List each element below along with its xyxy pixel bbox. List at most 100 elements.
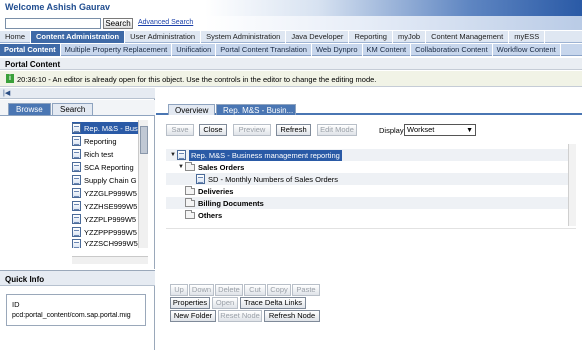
editor-vertical-scrollbar[interactable] (568, 144, 576, 226)
sub-nav-workflow-content[interactable]: Workflow Content (493, 44, 561, 56)
paste-button[interactable]: Paste (292, 284, 320, 296)
tree-item-label: SCA Reporting (84, 162, 134, 172)
display-select[interactable]: Workset ▼ (404, 124, 476, 136)
quick-info-header: Quick Info (0, 270, 155, 286)
tree-item[interactable]: SCA Reporting (72, 161, 138, 173)
sub-nav-portal-content[interactable]: Portal Content (0, 44, 61, 56)
display-select-value: Workset (407, 125, 435, 134)
tree-item-label: Rich test (84, 149, 114, 159)
tree-item[interactable]: Rep. M&S - Busi (72, 122, 138, 134)
id-value: pcd:portal_content/com.sap.portal.mig (12, 312, 131, 319)
expand-arrow-icon[interactable]: ▼ (170, 152, 177, 158)
folder-sales-orders[interactable]: ▼ Sales Orders (178, 161, 244, 173)
tree-item[interactable]: YZZHSE999W5 (72, 200, 138, 212)
top-nav-reporting[interactable]: Reporting (349, 31, 393, 43)
tree-item-label: YZZGLP999W5 (84, 188, 137, 198)
catalog-tabs: Browse Search (0, 100, 155, 115)
close-button[interactable]: Close (199, 124, 227, 136)
sub-nav-unification[interactable]: Unification (172, 44, 217, 56)
message-text: 20:36:10 - An editor is already open for… (17, 75, 377, 84)
properties-button[interactable]: Properties (170, 297, 210, 309)
tree-item[interactable]: Rich test (72, 148, 138, 160)
quick-info-panel: Quick Info ID pcd:portal_content/com.sap… (0, 270, 155, 350)
top-nav-java-developer[interactable]: Java Developer (286, 31, 350, 43)
folder-billing-documents[interactable]: Billing Documents (185, 197, 264, 209)
workset-icon (177, 150, 186, 160)
search-button[interactable]: Search (103, 18, 133, 29)
catalog-vertical-scrollbar[interactable] (138, 120, 148, 248)
iview-icon (196, 174, 205, 184)
tab-rep-ms-business[interactable]: Rep. M&S - Busin... (216, 104, 296, 115)
portal-catalog-panel: |◀ Browse Search Rep. M&S - Busi Reporti… (0, 88, 155, 269)
tree-root-node[interactable]: ▼ Rep. M&S - Business management reporti… (170, 149, 342, 161)
sub-nav-collaboration-content[interactable]: Collaboration Content (411, 44, 493, 56)
tree-item[interactable]: Reporting (72, 135, 138, 147)
tab-browse[interactable]: Browse (8, 103, 51, 115)
top-nav-user-administration[interactable]: User Administration (125, 31, 202, 43)
refresh-node-button[interactable]: Refresh Node (264, 310, 320, 322)
tree-item[interactable]: YZZPPP999W5 (72, 226, 138, 238)
tree-item[interactable]: YZZSCH999W5 (72, 239, 138, 248)
scrollbar-thumb[interactable] (140, 126, 148, 154)
workset-editor: Overview Rep. M&S - Busin... Save Close … (156, 88, 582, 350)
folder-icon (185, 161, 195, 171)
tree-action-buttons: Up Down Delete Cut Copy Paste Properties… (170, 284, 370, 334)
tab-overview[interactable]: Overview (168, 104, 216, 115)
tree-item-label: YZZHSE999W5 (84, 201, 138, 211)
tree-row-band (166, 209, 576, 221)
save-button[interactable]: Save (166, 124, 194, 136)
sub-nav-web-dynpro[interactable]: Web Dynpro (312, 44, 363, 56)
trace-delta-links-button[interactable]: Trace Delta Links (240, 297, 306, 309)
folder-deliveries[interactable]: Deliveries (185, 185, 233, 197)
top-nav-myjob[interactable]: myJob (393, 31, 427, 43)
collapse-panel-icon[interactable]: |◀ (3, 89, 10, 97)
refresh-button[interactable]: Refresh (276, 124, 311, 136)
iview-sd-monthly[interactable]: SD - Monthly Numbers of Sales Orders (196, 173, 338, 185)
tree-item[interactable]: YZZPLP999W5 (72, 213, 138, 225)
dropdown-arrow-icon: ▼ (466, 127, 473, 134)
up-button[interactable]: Up (170, 284, 188, 296)
open-button[interactable]: Open (212, 297, 238, 309)
top-nav-content-management[interactable]: Content Management (426, 31, 510, 43)
display-label: Display (379, 126, 404, 135)
tree-item-label: Supply Chain G (84, 175, 137, 185)
cut-button[interactable]: Cut (244, 284, 266, 296)
search-input[interactable] (5, 18, 101, 29)
down-button[interactable]: Down (189, 284, 214, 296)
top-nav-system-administration[interactable]: System Administration (201, 31, 287, 43)
top-nav-home[interactable]: Home (0, 31, 32, 43)
folder-others[interactable]: Others (185, 209, 222, 221)
tree-item-label: YZZPLP999W5 (84, 214, 137, 224)
folder-label: Billing Documents (198, 198, 264, 208)
tree-item[interactable]: Supply Chain G (72, 174, 138, 186)
new-folder-button[interactable]: New Folder (170, 310, 216, 322)
page-title-bar: Portal Content (0, 58, 582, 70)
delete-button[interactable]: Delete (215, 284, 243, 296)
sub-nav-km-content[interactable]: KM Content (363, 44, 412, 56)
expand-arrow-icon[interactable]: ▼ (178, 164, 185, 170)
workset-icon (72, 227, 81, 237)
second-level-navigation: Portal Content Multiple Property Replace… (0, 44, 582, 56)
tab-search[interactable]: Search (52, 103, 94, 115)
editor-toolbar: Save Close Preview Refresh Edit Mode Dis… (166, 124, 576, 137)
editor-tabs: Overview Rep. M&S - Busin... (156, 101, 582, 115)
tree-item-label: Rep. M&S - Busi (84, 123, 138, 133)
tree-item-label: Reporting (84, 136, 117, 146)
workset-icon (72, 123, 81, 133)
advanced-search-link[interactable]: Advanced Search (138, 19, 193, 26)
workset-icon (72, 201, 81, 211)
top-nav-myess[interactable]: myESS (509, 31, 546, 43)
preview-button[interactable]: Preview (233, 124, 271, 136)
sub-nav-portal-content-translation[interactable]: Portal Content Translation (216, 44, 312, 56)
folder-label: Deliveries (198, 186, 234, 196)
copy-button[interactable]: Copy (267, 284, 291, 296)
catalog-horizontal-scrollbar[interactable] (72, 256, 148, 264)
edit-mode-button[interactable]: Edit Mode (317, 124, 357, 136)
tree-item[interactable]: YZZGLP999W5 (72, 187, 138, 199)
sub-nav-multiple-property-replacement[interactable]: Multiple Property Replacement (61, 44, 173, 56)
workset-icon (72, 162, 81, 172)
top-nav-content-administration[interactable]: Content Administration (31, 31, 126, 43)
reset-node-button[interactable]: Reset Node (218, 310, 262, 322)
workset-icon (72, 175, 81, 185)
folder-label: Sales Orders (198, 162, 245, 172)
